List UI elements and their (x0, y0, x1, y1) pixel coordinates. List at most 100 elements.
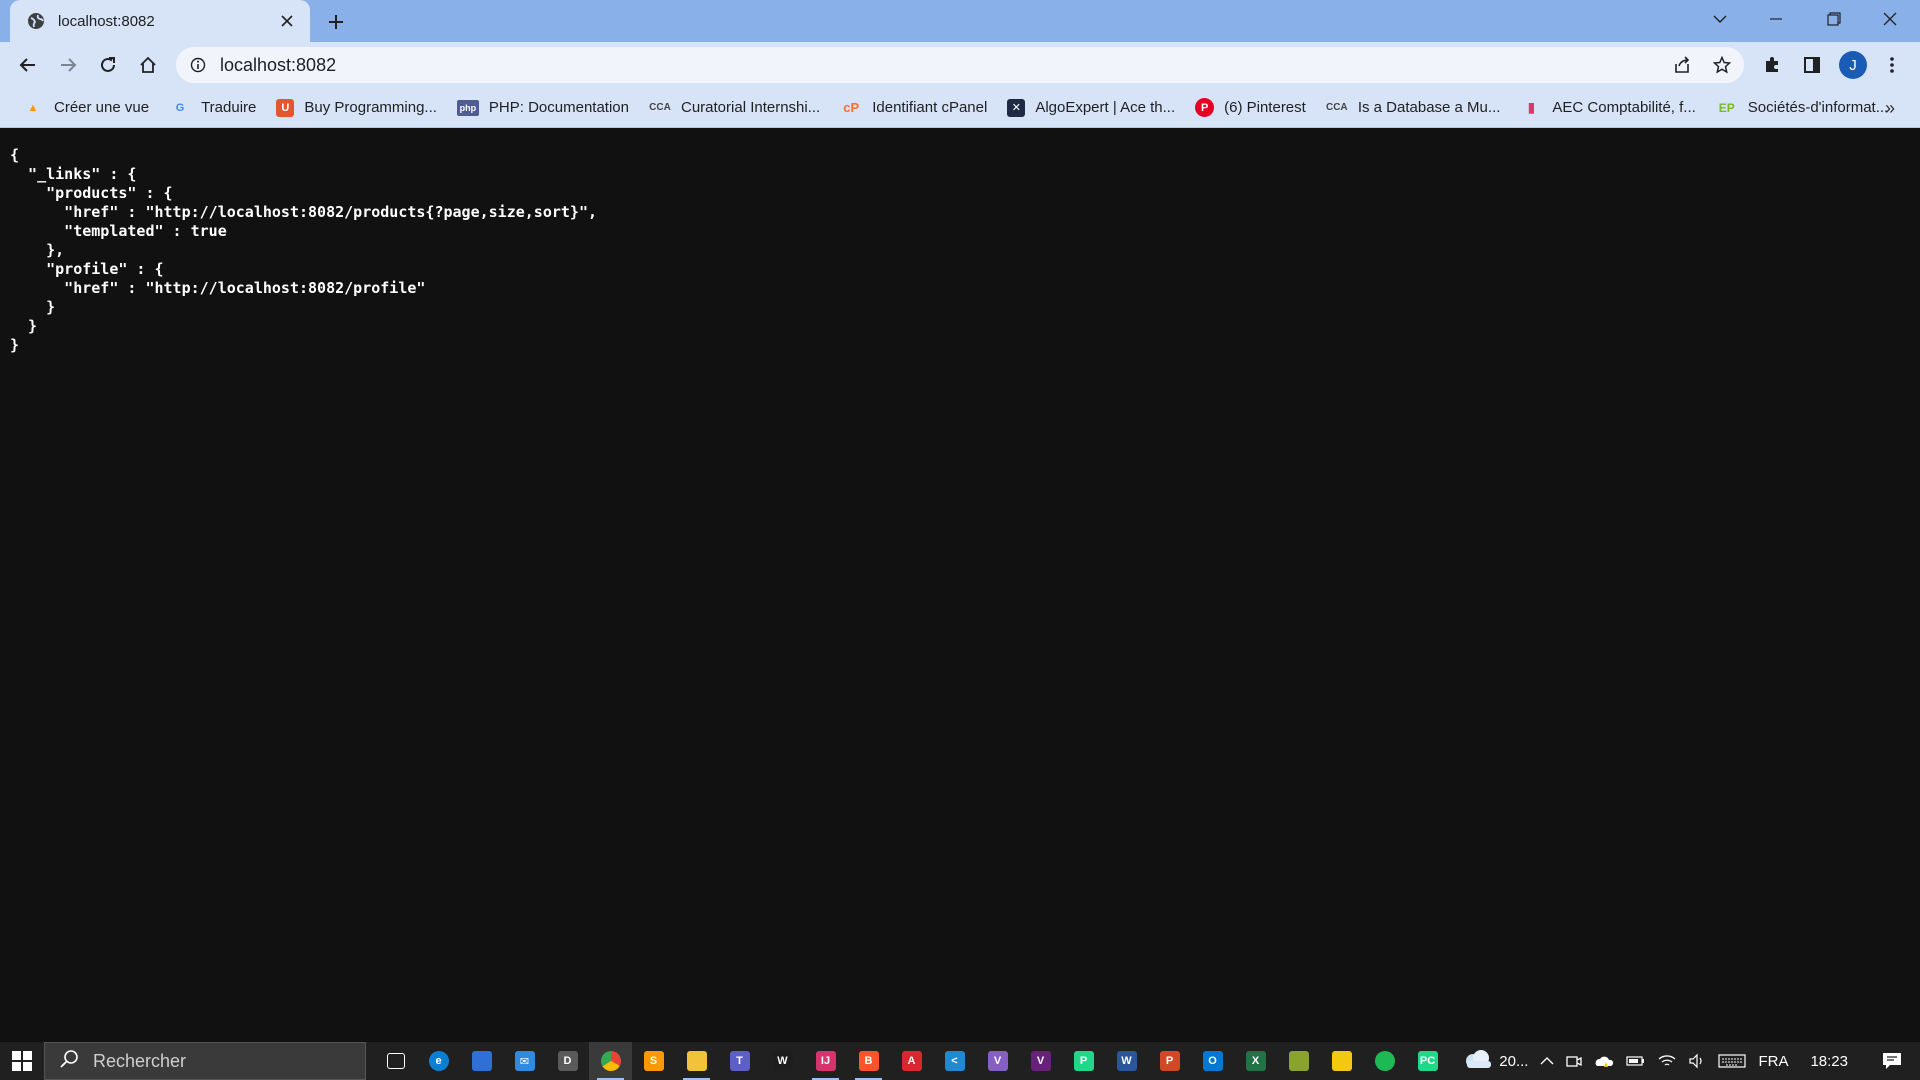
kebab-menu-icon[interactable] (1876, 49, 1908, 81)
spotify-icon[interactable] (1363, 1042, 1406, 1080)
home-icon[interactable] (132, 49, 164, 81)
chrome-icon[interactable] (589, 1042, 632, 1080)
battery-icon[interactable] (1620, 1042, 1652, 1080)
bookmarks-bar: ▲ Créer une vue G Traduire U Buy Programmin… (0, 88, 1920, 128)
intellij-icon[interactable]: IJ (804, 1042, 847, 1080)
bookmark-item[interactable]: CCA Is a Database a Mu... (1318, 92, 1509, 124)
address-bar[interactable]: localhost:8082 (176, 47, 1744, 83)
bookmark-item[interactable]: U Buy Programming... (268, 92, 445, 124)
edge-icon[interactable]: e (417, 1042, 460, 1080)
url-text[interactable]: localhost:8082 (220, 55, 1744, 76)
bookmark-item[interactable]: cP Identifiant cPanel (832, 92, 995, 124)
reload-icon[interactable] (92, 49, 124, 81)
pinned-apps: e ✉ D S T W IJ B A < V V P W P O X PC (374, 1042, 1449, 1080)
extensions-puzzle-icon[interactable] (1756, 49, 1788, 81)
restore-icon[interactable] (1806, 0, 1862, 38)
algoexpert-icon: ✕ (1007, 98, 1026, 117)
json-viewer: { "_links" : { "products" : { "href" : "… (10, 146, 597, 355)
explorer-icon[interactable] (675, 1042, 718, 1080)
ep-icon: EP (1718, 100, 1735, 115)
json-line: "profile" : { (10, 260, 164, 278)
globe-icon (26, 11, 46, 31)
json-line: "href" : "http://localhost:8082/profile" (10, 279, 426, 297)
close-window-icon[interactable] (1862, 0, 1918, 38)
json-line: { (10, 146, 20, 164)
aec-icon: ▮ (1527, 99, 1536, 115)
onedrive-icon[interactable] (1588, 1042, 1620, 1080)
side-panel-icon[interactable] (1796, 49, 1828, 81)
acrobat-icon[interactable]: A (890, 1042, 933, 1080)
keyboard-icon[interactable] (1712, 1042, 1752, 1080)
task-view-icon[interactable] (374, 1042, 417, 1080)
visualstudio-icon[interactable]: V (976, 1042, 1019, 1080)
more-bookmarks-chevron-icon[interactable]: » (1876, 94, 1904, 122)
bookmark-item[interactable]: EP Sociétés-d'informat... (1708, 92, 1896, 124)
wifi-icon[interactable] (1652, 1042, 1682, 1080)
tab-strip: localhost:8082 (0, 0, 1920, 42)
browser-tab[interactable]: localhost:8082 (10, 0, 310, 42)
pinterest-icon: P (1195, 98, 1215, 117)
clock[interactable]: 18:23 (1794, 1042, 1864, 1080)
bookmark-item[interactable]: ✕ AlgoExpert | Ace th... (999, 92, 1183, 124)
bookmark-star-icon[interactable] (1708, 51, 1736, 79)
chevron-up-icon[interactable] (1534, 1042, 1560, 1080)
aws-icon: ▲ (27, 101, 39, 114)
teams-icon[interactable]: T (718, 1042, 761, 1080)
outlook-icon[interactable]: O (1191, 1042, 1234, 1080)
php-icon: php (456, 99, 479, 116)
info-icon[interactable] (186, 53, 210, 77)
forward-arrow-icon[interactable] (52, 49, 84, 81)
minecraft-icon[interactable] (1277, 1042, 1320, 1080)
close-icon[interactable] (276, 10, 298, 32)
cloud-icon (1463, 1049, 1493, 1073)
json-line: "templated" : true (10, 222, 227, 240)
meet-now-icon[interactable] (1560, 1042, 1588, 1080)
language-indicator[interactable]: FRA (1752, 1042, 1794, 1080)
word-icon[interactable]: W (1105, 1042, 1148, 1080)
visualstudio-preview-icon[interactable]: V (1019, 1042, 1062, 1080)
store-icon[interactable] (460, 1042, 503, 1080)
json-line: } (10, 317, 38, 335)
mail-icon[interactable]: ✉ (503, 1042, 546, 1080)
volume-icon[interactable] (1682, 1042, 1712, 1080)
minimize-icon[interactable] (1748, 0, 1804, 38)
brave-icon[interactable]: B (847, 1042, 890, 1080)
udemy-icon: U (276, 98, 295, 117)
sublime-icon[interactable]: S (632, 1042, 675, 1080)
json-line: } (10, 298, 56, 316)
new-tab-button[interactable] (322, 8, 350, 36)
weather-widget[interactable]: 20... (1457, 1042, 1534, 1080)
weather-text: 20... (1499, 1052, 1529, 1070)
bookmark-item[interactable]: G Traduire (161, 92, 264, 124)
cpanel-icon: cP (843, 100, 860, 115)
dell-icon[interactable]: D (546, 1042, 589, 1080)
vscode-icon[interactable]: < (933, 1042, 976, 1080)
bookmark-item[interactable]: CCA Curatorial Internshi... (641, 92, 828, 124)
search-icon (59, 1049, 79, 1074)
bookmark-item[interactable]: P (6) Pinterest (1187, 92, 1314, 124)
json-line: "_links" : { (10, 165, 137, 183)
tab-search-icon[interactable] (1692, 0, 1748, 38)
powerbi-icon[interactable] (1320, 1042, 1363, 1080)
back-arrow-icon[interactable] (12, 49, 44, 81)
page-content: { "_links" : { "products" : { "href" : "… (0, 129, 1920, 1042)
json-line: } (10, 336, 20, 354)
json-line: "products" : { (10, 184, 173, 202)
profile-avatar[interactable]: J (1839, 51, 1867, 79)
taskbar-search-box[interactable]: Rechercher (44, 1042, 366, 1080)
pycharm-icon[interactable]: P (1062, 1042, 1105, 1080)
bookmark-item[interactable]: php PHP: Documentation (449, 92, 637, 124)
cca-icon: CCA (1325, 102, 1348, 113)
wordpress-icon[interactable]: W (761, 1042, 804, 1080)
windows-start-icon[interactable] (0, 1042, 44, 1080)
search-placeholder: Rechercher (93, 1050, 187, 1071)
powerpoint-icon[interactable]: P (1148, 1042, 1191, 1080)
bookmark-item[interactable]: ▮ AEC Comptabilité, f... (1512, 92, 1703, 124)
tab-title: localhost:8082 (58, 12, 155, 30)
share-icon[interactable] (1668, 51, 1696, 79)
json-line: "href" : "http://localhost:8082/products… (10, 203, 597, 221)
notifications-icon[interactable] (1864, 1042, 1920, 1080)
pycharm-ce-icon[interactable]: PC (1406, 1042, 1449, 1080)
bookmark-item[interactable]: ▲ Créer une vue (14, 92, 157, 124)
excel-icon[interactable]: X (1234, 1042, 1277, 1080)
